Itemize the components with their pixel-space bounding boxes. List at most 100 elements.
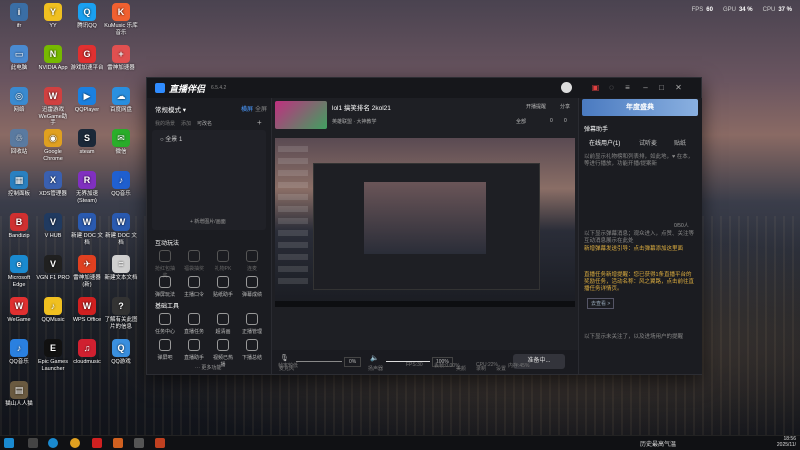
maximize-icon[interactable]: □ — [657, 83, 666, 92]
desktop-shortcut[interactable]: ▭ 此电脑 — [2, 45, 36, 72]
tool-button[interactable]: 任务中心 — [153, 313, 177, 335]
weather-widget[interactable]: 历史最高气温 — [640, 439, 676, 448]
streaming-app-icon[interactable] — [134, 438, 144, 448]
desktop-shortcut[interactable]: ? 了解有关此图片的信息 — [104, 297, 138, 330]
tool-icon — [246, 339, 258, 351]
desktop-shortcut[interactable]: ◉ Google Chrome — [36, 129, 70, 162]
add-scene-icon[interactable]: + — [257, 118, 262, 127]
desktop-shortcut[interactable]: ♪ QQMusic — [36, 297, 70, 324]
tool-button[interactable]: 连麦 — [240, 250, 264, 272]
desktop-shortcut[interactable]: G 游戏加速平台 — [70, 45, 104, 72]
tool-icon — [246, 250, 258, 262]
view-task-link[interactable]: 去查看 > — [587, 298, 615, 309]
stream-title[interactable]: lol1 搞笑排名 2kol21 — [332, 102, 391, 112]
tab-stickers[interactable]: 贴纸 — [674, 138, 686, 147]
tool-button[interactable]: 直播助手 — [182, 339, 206, 361]
stream-preview[interactable] — [275, 138, 575, 307]
all-button[interactable]: 全部 — [516, 118, 526, 125]
desktop-shortcut[interactable]: W 迅雷游戏 WeGame助手 — [36, 87, 70, 127]
tool-button[interactable]: 礼物PK — [211, 250, 235, 272]
desktop-shortcut[interactable]: + 雷神加速器 — [104, 45, 138, 72]
headset-icon[interactable]: ◌ — [607, 83, 616, 92]
scene-mode-dropdown[interactable]: 常规模式 ▾ — [155, 104, 186, 114]
share-button[interactable]: 分享 — [560, 103, 570, 110]
desktop-shortcut[interactable]: W WPS Office — [70, 297, 104, 324]
tool-button[interactable]: 贴纸助手 — [211, 276, 235, 298]
search-icon[interactable] — [28, 438, 38, 448]
desktop-shortcut[interactable]: ✈ 雷神加速器(新) — [70, 255, 104, 288]
tab-add[interactable]: 添加 — [181, 120, 191, 127]
tab-trial-mic[interactable]: 试听麦 — [639, 138, 657, 147]
tab-online-users[interactable]: 在线用户(1) — [589, 138, 620, 147]
minimize-icon[interactable]: – — [641, 83, 650, 92]
tab-my-scenes[interactable]: 我的场景 — [155, 120, 175, 127]
tool-button[interactable]: 抢红包抽奖 — [153, 250, 177, 279]
scene-item[interactable]: ○ 全景 1 — [160, 134, 182, 143]
desktop-shortcut[interactable]: K KuMusic 乐库音乐 — [104, 3, 138, 36]
desktop-shortcut[interactable]: ≡ 新建文本文档 — [104, 255, 138, 282]
desktop-shortcut[interactable]: W 新建 DOC 文档 — [104, 213, 138, 246]
add-scene-button[interactable]: + 新增图片/画面 — [190, 218, 226, 225]
desktop-shortcut[interactable]: ♪ QQ音乐 — [104, 171, 138, 198]
close-icon[interactable]: ✕ — [674, 83, 683, 92]
speaker-icon[interactable]: 🔈 — [370, 354, 379, 362]
desktop-shortcut[interactable]: X XDS管理器 — [36, 171, 70, 198]
tab-landscape[interactable]: 横屏 — [241, 104, 253, 113]
desktop-shortcut[interactable]: ◎ 网络 — [2, 87, 36, 114]
edge-icon[interactable] — [48, 438, 58, 448]
tool-button[interactable]: 直播任务 — [182, 313, 206, 335]
mic-icon[interactable]: 🎙 — [280, 354, 289, 362]
app-icon[interactable] — [113, 438, 123, 448]
tool-button[interactable]: 主播口令 — [182, 276, 206, 298]
start-icon[interactable] — [4, 438, 14, 448]
desktop-shortcut[interactable]: Q QQ游戏 — [104, 339, 138, 366]
desktop-shortcut[interactable]: Q 腾讯QQ — [70, 3, 104, 30]
tool-button[interactable]: 下播总结 — [240, 339, 264, 361]
gift-icon[interactable]: ▣ — [591, 83, 600, 92]
desktop-shortcut[interactable]: E Epic Games Launcher — [36, 339, 70, 372]
desktop-shortcut[interactable]: ♪ QQ音乐 — [2, 339, 36, 366]
menu-icon[interactable]: ≡ — [623, 83, 632, 92]
tool-button[interactable]: 福袋抽奖 — [182, 250, 206, 272]
tool-label: 超清画 — [215, 329, 231, 335]
avatar[interactable] — [561, 82, 572, 93]
desktop-shortcut[interactable]: ▦ 控制面板 — [2, 171, 36, 198]
tab-fullscreen[interactable]: 全屏 — [255, 104, 267, 113]
desktop-shortcut[interactable]: ♲ 回收站 — [2, 129, 36, 156]
announcement-banner[interactable]: 年度盛典 — [582, 99, 698, 116]
tool-button[interactable]: 弹屏吧 — [153, 339, 177, 361]
desktop-shortcut-label: Bandizip — [8, 233, 30, 239]
tool-button[interactable]: 弹幕成绩 — [240, 276, 264, 298]
desktop-shortcut[interactable]: Y YY — [36, 3, 70, 30]
desktop-shortcut[interactable]: V V HUB — [36, 213, 70, 240]
desktop-shortcut[interactable]: i ifr — [2, 3, 36, 30]
desktop-shortcut[interactable]: ✉ 微信 — [104, 129, 138, 156]
tool-button[interactable]: 正播管理 — [240, 313, 264, 335]
desktop-shortcut[interactable]: ♫ cloudmusic — [70, 339, 104, 366]
desktop-shortcut[interactable]: W WeGame — [2, 297, 36, 324]
desktop-shortcut[interactable]: ▶ QQPlayer — [70, 87, 104, 114]
desktop-shortcut[interactable]: ▤ 猫山人人猫 — [2, 381, 36, 408]
tool-button[interactable]: 超清画 — [211, 313, 235, 335]
desktop-shortcut[interactable]: V VGN F1 PRO — [36, 255, 70, 282]
desktop-shortcut[interactable]: N NVIDIA App — [36, 45, 70, 72]
stream-tags[interactable]: 英雄联盟 · 大神教学 — [332, 118, 376, 125]
desktop-shortcut[interactable]: ☁ 百度网盘 — [104, 87, 138, 114]
desktop-shortcut[interactable]: R 无界加速(Steam) — [70, 171, 104, 204]
desktop-shortcut[interactable]: e Microsoft Edge — [2, 255, 36, 288]
chrome-icon[interactable] — [70, 438, 80, 448]
cpu-readout: CPU 37 % — [762, 7, 792, 13]
tab-rename[interactable]: 可改名 — [197, 120, 212, 127]
clock[interactable]: 18:56 2025/11/ — [756, 436, 796, 448]
wps-icon[interactable] — [92, 438, 102, 448]
stream-cover-thumbnail[interactable] — [275, 101, 327, 129]
live-reminder-button[interactable]: 开播提醒 — [526, 103, 546, 110]
status-dropped: 丢帧:0.00% — [434, 363, 460, 369]
desktop-shortcut[interactable]: B Bandizip — [2, 213, 36, 240]
tool-button[interactable]: 弹屏玩法 — [153, 276, 177, 298]
desktop-shortcut[interactable]: W 新建 DOC 文档 — [70, 213, 104, 246]
desktop-shortcut-icon: E — [44, 339, 62, 357]
taskbar-app-icon[interactable] — [155, 438, 165, 448]
desktop-shortcut[interactable]: Ssteam — [70, 129, 104, 156]
more-features-button[interactable]: ··· 更多功能 — [195, 364, 221, 371]
